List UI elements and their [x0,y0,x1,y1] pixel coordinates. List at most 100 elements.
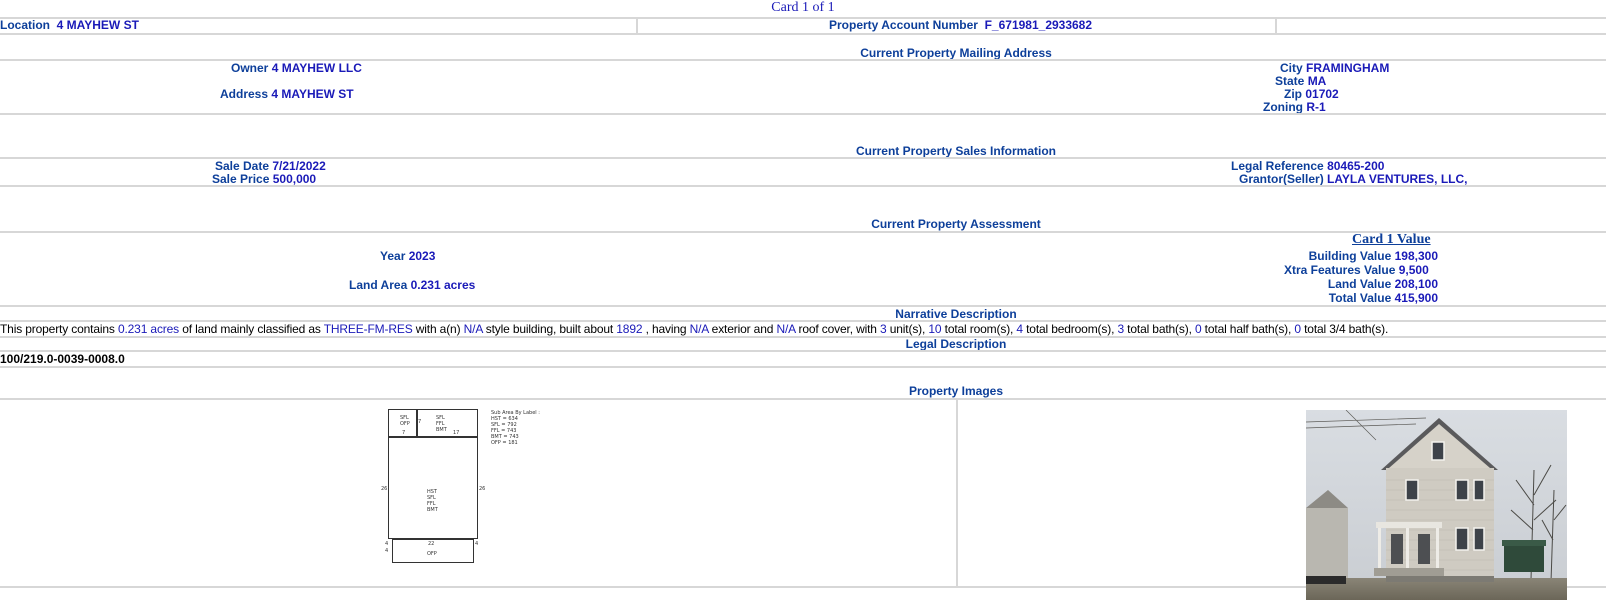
building-value: 198,300 [1394,249,1438,263]
building-sketch: SFL OFP 7 7 SFL FFL BMT 17 HST SFL FFL B… [380,405,540,570]
land-area-field: Land Area 0.231 acres [349,278,475,292]
narrative-fragment: roof cover, with [795,322,881,336]
narrative-fragment: This property contains [0,322,118,336]
state-field: State MA [1275,74,1326,88]
narrative-fragment: total bath(s), [1124,322,1195,336]
narrative-fragment: total bedroom(s), [1022,322,1118,336]
year-value: 2023 [408,249,436,263]
zip-label: Zip [1284,87,1302,101]
narrative-exterior: N/A [689,322,709,336]
xtra-value: 9,500 [1398,263,1429,277]
sketch-dim: 4 [475,541,479,547]
sketch-dim: 4 [385,541,389,547]
card-title: Card 1 of 1 [771,0,835,15]
assessment-heading: Current Property Assessment [871,217,1041,231]
narrative-fragment: exterior and [708,322,777,336]
year-field: Year 2023 [380,249,435,263]
account-label: Property Account Number [829,18,978,32]
sketch-label: BMT [436,427,447,433]
narrative-fragment: total 3/4 bath(s). [1300,322,1389,336]
total-value: 415,900 [1394,291,1438,305]
sketch-dim: 7 [418,419,422,425]
grantor-value: LAYLA VENTURES, LLC, [1327,172,1468,186]
location-field: Location 4 MAYHEW ST [0,18,139,32]
images-heading: Property Images [908,384,1004,398]
sales-heading: Current Property Sales Information [855,144,1057,158]
grantor-label: Grantor(Seller) [1239,172,1324,186]
sale-date-field: Sale Date 7/21/2022 [215,159,326,173]
narrative-year-built: 1892 [616,322,643,336]
location-value: 4 MAYHEW ST [56,18,139,32]
sketch-dim: 26 [479,486,486,492]
sketch-dim: 7 [402,430,406,436]
zoning-field: Zoning R-1 [1263,100,1326,114]
state-value: MA [1307,74,1327,88]
legal-ref-label: Legal Reference [1231,159,1324,173]
building-value-label: Building Value [1308,249,1392,263]
total-value-label: Total Value [1328,291,1392,305]
owner-field: Owner 4 MAYHEW LLC [231,61,362,75]
land-value-label: Land Value [1327,277,1392,291]
sale-date-value: 7/21/2022 [272,159,326,173]
legal-ref-field: Legal Reference 80465-200 [1231,159,1384,173]
zoning-label: Zoning [1263,100,1303,114]
land-value: 208,100 [1394,277,1438,291]
sketch-dim: 22 [428,541,435,547]
divider [0,33,1606,35]
zoning-value: R-1 [1306,100,1326,114]
divider [0,113,1606,115]
xtra-value-label: Xtra Features Value [1284,263,1396,277]
divider [1275,18,1277,33]
land-area-value: 0.231 acres [410,278,476,292]
city-label: City [1280,61,1303,75]
grantor-field: Grantor(Seller) LAYLA VENTURES, LLC, [1239,172,1468,186]
narrative-class: THREE-FM-RES [323,322,413,336]
narrative-fragment: total room(s), [941,322,1017,336]
year-label: Year [380,249,406,263]
city-field: City FRAMINGHAM [1280,61,1389,75]
sketch-label: OFP [427,551,437,557]
sale-date-label: Sale Date [215,159,270,173]
legal-ref-value: 80465-200 [1327,159,1385,173]
land-value-field: Land Value 208,100 [1328,277,1438,291]
property-photo[interactable] [1306,410,1567,600]
building-value-field: Building Value 198,300 [1309,249,1438,263]
narrative-roof: N/A [776,322,796,336]
narrative-text: This property contains 0.231 acres of la… [0,322,1388,336]
address-label: Address [220,87,269,101]
owner-label: Owner [231,61,269,75]
divider [0,398,1606,400]
account-field: Property Account Number F_671981_2933682 [829,18,1092,32]
sale-price-label: Sale Price [212,172,270,186]
sketch-dim: 17 [453,430,460,436]
divider [0,185,1606,187]
mailing-heading: Current Property Mailing Address [860,46,1052,60]
sketch-dim: 4 [385,548,389,554]
sale-price-value: 500,000 [272,172,317,186]
narrative-fragment: style building, built about [482,322,617,336]
land-area-label: Land Area [349,278,408,292]
narrative-fragment: with a(n) [412,322,464,336]
narrative-style: N/A [463,322,483,336]
narrative-heading: Narrative Description [895,307,1017,321]
sale-price-field: Sale Price 500,000 [212,172,316,186]
divider [0,17,1606,19]
card-value-heading: Card 1 Value [1352,232,1431,247]
sketch-label: BMT [427,507,438,513]
narrative-acres: 0.231 acres [117,322,180,336]
sketch-legend-item: OFP = 181 [491,440,518,446]
divider [956,400,958,586]
sketch-area-top-right [417,409,478,437]
address-field: Address 4 MAYHEW ST [220,87,354,101]
location-label: Location [0,18,50,32]
legal-heading: Legal Description [905,337,1007,351]
narrative-fragment: unit(s), [886,322,929,336]
legal-text: 100/219.0-0039-0008.0 [0,352,125,366]
state-label: State [1275,74,1305,88]
sketch-label: OFP [400,421,410,427]
zip-value: 01702 [1305,87,1339,101]
divider [0,350,1606,352]
total-value-field: Total Value 415,900 [1329,291,1438,305]
narrative-fragment: , having [642,322,690,336]
xtra-value-field: Xtra Features Value 9,500 [1284,263,1429,277]
